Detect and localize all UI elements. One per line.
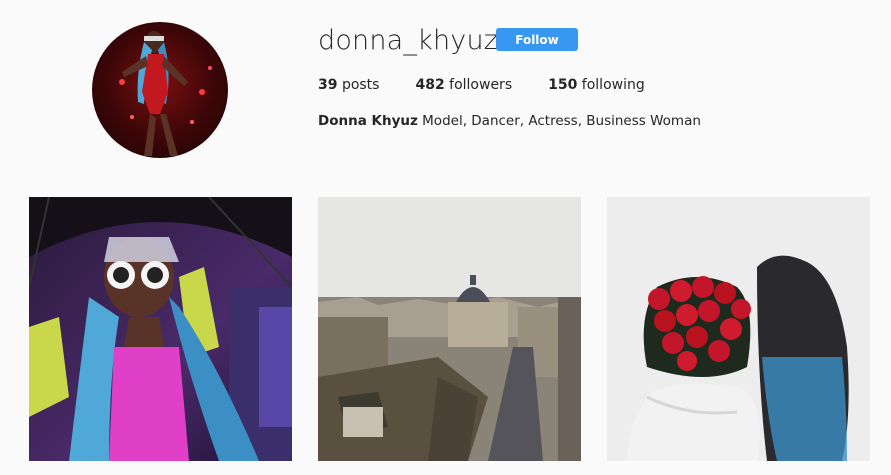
- photo-tile-1[interactable]: [29, 197, 292, 461]
- photo-city-view: [318, 197, 581, 461]
- avatar-image: [119, 31, 212, 156]
- followers-label: followers: [449, 77, 513, 93]
- photo-roses-bouquet: [607, 197, 870, 461]
- profile-bio: Donna Khyuz Model, Dancer, Actress, Busi…: [318, 112, 701, 130]
- following-label: following: [581, 77, 645, 93]
- profile-username: donna_khyuz: [318, 25, 499, 56]
- photo-tile-2[interactable]: [318, 197, 581, 461]
- profile-avatar[interactable]: [92, 22, 228, 158]
- profile-full-name: Donna Khyuz: [318, 113, 418, 129]
- following-count: 150: [548, 77, 578, 93]
- posts-stat: 39 posts: [318, 76, 379, 94]
- profile-stats: 39 posts 482 followers 150 following: [318, 76, 681, 94]
- profile-bio-text: Model, Dancer, Actress, Business Woman: [422, 113, 701, 129]
- photo-dancer-umbrella: [29, 197, 292, 461]
- posts-count: 39: [318, 77, 338, 93]
- followers-stat[interactable]: 482 followers: [415, 76, 512, 94]
- following-stat[interactable]: 150 following: [548, 76, 645, 94]
- photo-tile-3[interactable]: [607, 197, 870, 461]
- followers-count: 482: [415, 77, 445, 93]
- follow-button[interactable]: Follow: [496, 28, 578, 51]
- posts-label: posts: [341, 77, 380, 93]
